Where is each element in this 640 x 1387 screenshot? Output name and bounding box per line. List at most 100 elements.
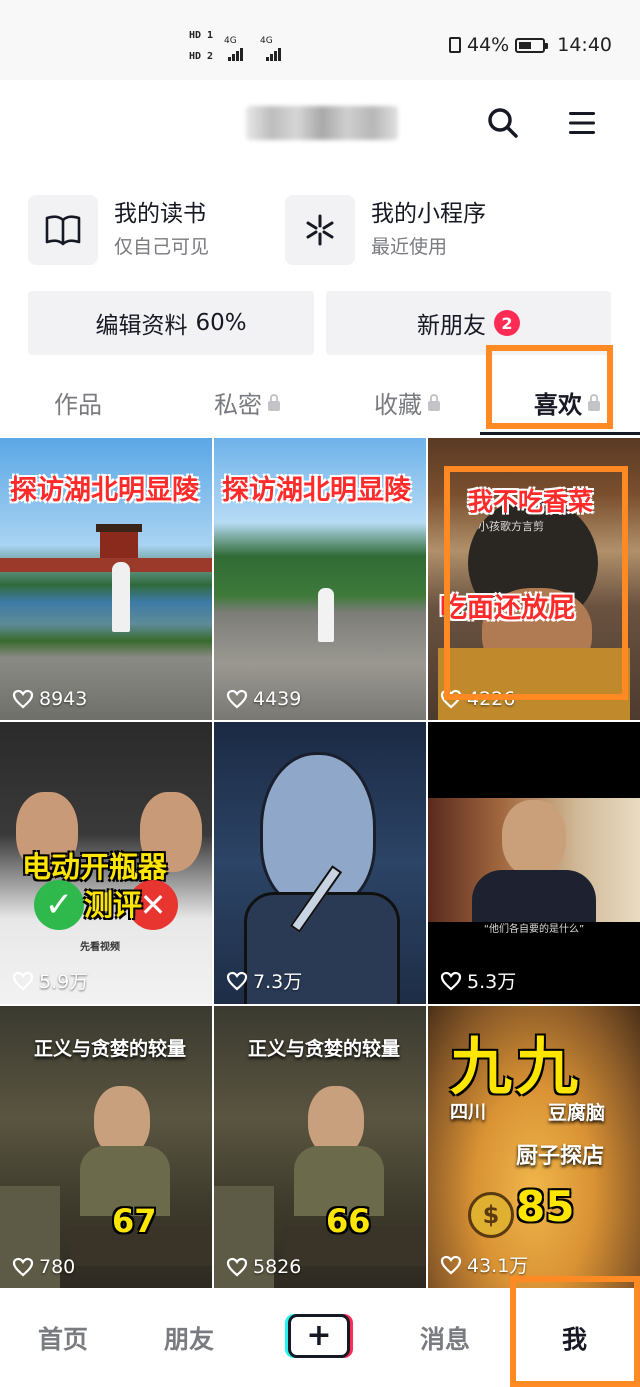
likes-tab-highlight-box xyxy=(486,345,613,429)
like-count: 7.3万 xyxy=(226,967,302,994)
video-tile[interactable]: 九九 四川 豆腐脑 厨子探店 $ 85 43.1万 xyxy=(428,1006,640,1288)
video-caption-bottom: 测评 xyxy=(84,888,143,922)
episode-number: 66 xyxy=(326,1202,371,1240)
sub-caption: 先看视频 xyxy=(80,942,120,953)
temple-roof xyxy=(96,524,142,532)
card-subtitle: 仅自己可见 xyxy=(114,236,210,258)
video-tile[interactable]: 7.3万 xyxy=(214,722,426,1004)
like-count: 5.9万 xyxy=(12,967,88,994)
video-second-line: 厨子探店 xyxy=(516,1144,605,1169)
new-friends-label: 新朋友 xyxy=(417,313,486,339)
card-title: 我的读书 xyxy=(114,201,206,227)
like-count-text: 5.3万 xyxy=(467,971,517,993)
heart-icon xyxy=(12,1257,34,1277)
nav-friends[interactable]: 朋友 xyxy=(164,1320,214,1356)
tab-private[interactable]: 私密 xyxy=(214,384,280,420)
temple-building xyxy=(100,530,138,558)
heart-icon xyxy=(226,1257,248,1277)
mini-program-icon xyxy=(285,195,355,265)
video-tile[interactable]: 电动开瓶器 ✓ ✕ 测评 先看视频 5.9万 xyxy=(0,722,212,1004)
like-count: 5.3万 xyxy=(440,967,516,994)
hd1-indicator: HD 1 xyxy=(189,30,214,41)
book-icon xyxy=(28,195,98,265)
highlight-box xyxy=(444,466,628,700)
signal-2-icon xyxy=(266,42,282,61)
red-wall xyxy=(0,558,212,572)
like-count-text: 4439 xyxy=(253,688,302,710)
tab-works[interactable]: 作品 xyxy=(54,384,102,420)
like-count: 43.1万 xyxy=(440,1251,528,1278)
like-count: 4439 xyxy=(226,688,301,710)
hd2-indicator: HD 2 xyxy=(189,51,214,62)
video-tile[interactable]: 探访湖北明显陵 4439 xyxy=(214,438,426,720)
lock-icon xyxy=(428,394,440,411)
video-side-label-1: 四川 xyxy=(450,1102,486,1123)
edit-profile-label: 编辑资料 xyxy=(95,313,188,339)
blurred-username xyxy=(246,106,398,140)
tab-favorites[interactable]: 收藏 xyxy=(374,384,440,420)
heart-icon xyxy=(226,971,248,990)
like-count-text: 43.1万 xyxy=(467,1255,529,1277)
status-bar: HD 1 HD 2 4G 4G 44% 14:40 xyxy=(0,0,640,80)
edit-profile-button[interactable]: 编辑资料 60% xyxy=(28,291,314,355)
episode-number: 67 xyxy=(112,1202,157,1240)
card-title: 我的小程序 xyxy=(371,201,486,227)
video-big-title: 九九 xyxy=(450,1030,583,1103)
profile-completion: 60% xyxy=(195,310,247,336)
heart-icon xyxy=(440,1255,462,1274)
heart-icon xyxy=(226,689,248,709)
video-tile[interactable]: “他们各自要的是什么” 5.3万 xyxy=(428,722,640,1004)
person-figure xyxy=(112,562,130,632)
lock-icon xyxy=(268,394,280,411)
like-count: 780 xyxy=(12,1256,75,1278)
nav-messages[interactable]: 消息 xyxy=(420,1320,470,1356)
my-mini-programs-card[interactable]: 我的小程序 最近使用 xyxy=(285,195,486,265)
like-count-text: 5.9万 xyxy=(39,971,89,993)
heart-icon xyxy=(12,971,34,990)
video-caption: 正义与贪婪的较量 xyxy=(248,1038,401,1060)
like-count-text: 8943 xyxy=(39,688,88,710)
active-tab-indicator xyxy=(480,432,640,435)
hamburger-menu-icon[interactable] xyxy=(568,110,596,136)
like-count-text: 5826 xyxy=(253,1256,302,1278)
tab-label: 私密 xyxy=(214,390,262,419)
notification-badge: 2 xyxy=(494,310,520,336)
me-tab-highlight-box xyxy=(510,1276,640,1387)
heart-icon xyxy=(12,689,34,709)
video-tile[interactable]: 我不吃香菜 小孩歌方言剪 吃面还放屁 4226 xyxy=(428,438,640,720)
like-count: 8943 xyxy=(12,688,87,710)
person-figure xyxy=(318,588,334,642)
person-face xyxy=(502,800,566,876)
check-icon: ✓ xyxy=(34,880,84,930)
video-caption: 探访湖北明显陵 xyxy=(10,475,199,506)
signal-1-icon xyxy=(228,42,244,61)
my-reading-card[interactable]: 我的读书 仅自己可见 xyxy=(28,195,209,265)
create-post-button[interactable]: + xyxy=(288,1314,350,1358)
video-side-label-2: 豆腐脑 xyxy=(548,1102,606,1124)
like-count: 5826 xyxy=(226,1256,301,1278)
clock: 14:40 xyxy=(557,34,612,56)
video-caption: 探访湖北明显陵 xyxy=(222,475,411,506)
tab-label: 收藏 xyxy=(374,390,422,419)
video-tile[interactable]: 正义与贪婪的较量 66 5826 xyxy=(214,1006,426,1288)
video-caption: 正义与贪婪的较量 xyxy=(34,1038,187,1060)
video-tile[interactable]: 正义与贪婪的较量 67 780 xyxy=(0,1006,212,1288)
battery-percent: 44% xyxy=(467,34,510,56)
money-bag-icon: $ xyxy=(468,1192,514,1238)
price-label: 85 xyxy=(516,1182,575,1231)
video-caption-top: 电动开瓶器 xyxy=(22,850,168,884)
nav-home[interactable]: 首页 xyxy=(38,1320,88,1356)
card-subtitle: 最近使用 xyxy=(371,236,448,258)
video-subtitle: “他们各自要的是什么” xyxy=(483,924,585,935)
person-suit xyxy=(472,870,596,922)
vibrate-icon xyxy=(449,37,461,53)
like-count-text: 7.3万 xyxy=(253,971,303,993)
tab-label: 作品 xyxy=(54,390,102,419)
battery-icon xyxy=(515,37,549,53)
video-tile[interactable]: 探访湖北明显陵 8943 xyxy=(0,438,212,720)
like-count-text: 780 xyxy=(39,1256,76,1278)
heart-icon xyxy=(440,971,462,990)
status-right-group: 44% 14:40 xyxy=(449,34,612,56)
plus-icon: + xyxy=(306,1318,332,1353)
search-icon[interactable] xyxy=(486,106,520,140)
